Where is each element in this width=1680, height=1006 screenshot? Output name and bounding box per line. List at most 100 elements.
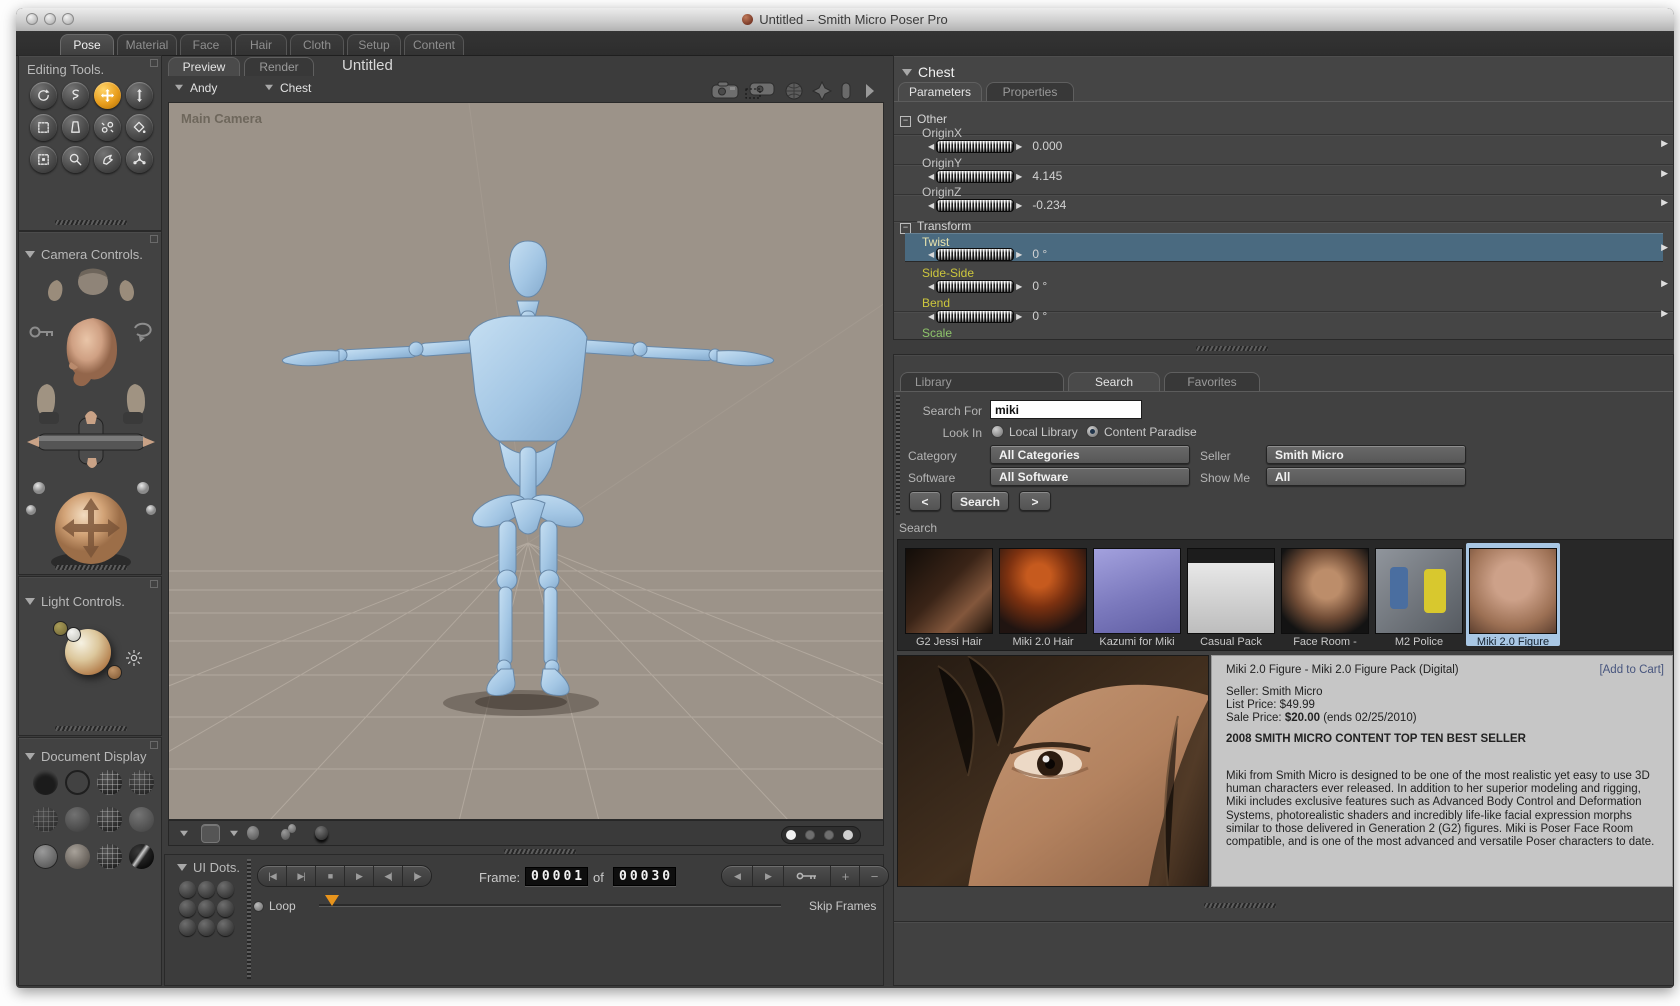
panel-splitter-grip[interactable] <box>1196 346 1268 351</box>
tab-render[interactable]: Render <box>244 57 314 76</box>
frame-current-field[interactable]: 00001 <box>525 867 589 886</box>
ui-dot-9[interactable] <box>217 919 234 936</box>
result-face-room[interactable]: Face Room - <box>1278 543 1372 648</box>
dial-right-icon[interactable]: ▶ <box>1014 172 1024 181</box>
rotate-tool-button[interactable] <box>30 82 57 109</box>
radio-local-library[interactable] <box>991 425 1004 438</box>
move-cross-icon[interactable] <box>811 80 833 100</box>
twist-tool-button[interactable] <box>62 82 89 109</box>
vertical-grip[interactable] <box>247 859 251 979</box>
result-miki-20-figure-selected[interactable]: Miki 2.0 Figure <box>1466 543 1560 648</box>
display-outline-button[interactable] <box>65 770 90 795</box>
last-frame-button[interactable]: ▶| <box>287 866 316 886</box>
dial-right-icon[interactable]: ▶ <box>1014 282 1024 291</box>
step-forward-button[interactable]: |▶ <box>403 866 431 886</box>
dial-right-icon[interactable]: ▶ <box>1014 201 1024 210</box>
result-casual-pack[interactable]: Casual Pack <box>1184 543 1278 648</box>
playhead-marker[interactable] <box>325 895 339 906</box>
timeline-track[interactable] <box>319 904 781 907</box>
previous-key-button[interactable]: ◀ <box>722 866 753 886</box>
ui-dot-7[interactable] <box>179 919 196 936</box>
camera-icon[interactable] <box>711 81 739 99</box>
tracking-box-button[interactable] <box>805 830 815 840</box>
ui-dot-8[interactable] <box>198 919 215 936</box>
tab-cloth[interactable]: Cloth <box>290 34 344 55</box>
display-wireframe-button[interactable] <box>97 770 122 795</box>
collapse-triangle-icon[interactable] <box>177 864 187 871</box>
tab-properties[interactable]: Properties <box>986 82 1074 101</box>
group-transform[interactable]: − Transform <box>900 219 971 234</box>
param-dial-originz[interactable]: ◀ ▶ -0.234 <box>926 198 1066 212</box>
param-dial-scale[interactable]: ◀▶100 % <box>926 339 1066 340</box>
tab-search[interactable]: Search <box>1068 372 1160 391</box>
tracking-ball-button[interactable] <box>315 826 328 840</box>
display-smooth-shaded-button[interactable] <box>65 844 90 869</box>
ui-dot-1[interactable] <box>179 881 196 898</box>
view-magnifier-tool-button[interactable] <box>62 146 89 173</box>
dial-left-icon[interactable]: ◀ <box>926 201 936 210</box>
panel-edge-grip[interactable] <box>896 395 900 515</box>
param-graph-arrow[interactable]: ▶ <box>1661 278 1668 289</box>
seller-dropdown[interactable]: Smith Micro <box>1266 445 1466 464</box>
camera-controls-cluster[interactable] <box>19 266 163 566</box>
loop-toggle[interactable] <box>253 901 264 912</box>
group-other[interactable]: − Other <box>900 112 947 127</box>
delete-keyframe-button[interactable]: − <box>860 866 888 886</box>
sun-icon[interactable] <box>125 649 143 667</box>
dial-left-icon[interactable]: ◀ <box>926 250 936 259</box>
tab-preview[interactable]: Preview <box>168 57 240 76</box>
collapse-triangle-icon[interactable] <box>25 598 35 605</box>
add-to-cart-link[interactable]: [Add to Cart] <box>1599 664 1664 676</box>
tracking-display-button[interactable] <box>843 830 853 840</box>
dial-left-icon[interactable]: ◀ <box>926 282 936 291</box>
grouping-tool-button[interactable] <box>30 146 57 173</box>
first-frame-button[interactable]: |◀ <box>258 866 287 886</box>
pane-layout-button[interactable] <box>201 824 220 843</box>
expand-right-icon[interactable] <box>866 84 874 98</box>
ui-dot-3[interactable] <box>217 881 234 898</box>
tracking-full-button[interactable] <box>786 830 796 840</box>
param-dial-originx[interactable]: ◀ ▶ 0.000 <box>926 139 1062 153</box>
library-resize-grip[interactable] <box>1204 903 1276 908</box>
search-input[interactable] <box>990 400 1142 419</box>
translate-in-out-tool-button[interactable] <box>126 82 153 109</box>
param-dial-bend[interactable]: ◀ ▶ 0 ° <box>926 309 1047 323</box>
display-lit-wireframe-button[interactable] <box>33 807 58 832</box>
ui-dot-4[interactable] <box>179 900 196 917</box>
frame-total-field[interactable]: 00030 <box>613 867 677 886</box>
pane-menu-icon-2[interactable] <box>230 830 238 837</box>
next-key-button[interactable]: ▶ <box>753 866 784 886</box>
param-dial-originy[interactable]: ◀ ▶ 4.145 <box>926 169 1062 183</box>
scale-tool-button[interactable] <box>30 114 57 141</box>
stop-button[interactable]: ■ <box>316 866 345 886</box>
display-cartoon-line-button[interactable] <box>33 844 58 869</box>
ui-dot-2[interactable] <box>198 881 215 898</box>
tab-favorites[interactable]: Favorites <box>1164 372 1260 391</box>
param-dial-side-side[interactable]: ◀ ▶ 0 ° <box>926 279 1047 293</box>
camera-select-icon[interactable] <box>745 82 775 99</box>
result-kazumi-for-miki[interactable]: Kazumi for Miki <box>1090 543 1184 648</box>
ui-dot-6[interactable] <box>217 900 234 917</box>
display-flat-lined-button[interactable] <box>97 807 122 832</box>
display-silhouette-button[interactable] <box>33 770 58 795</box>
light-dot-2[interactable] <box>66 627 81 642</box>
morphing-tool-button[interactable] <box>94 146 121 173</box>
tracking-fast-button[interactable] <box>824 830 834 840</box>
dial-right-icon[interactable]: ▶ <box>1014 250 1024 259</box>
viewport[interactable]: Main Camera <box>168 102 884 820</box>
tab-face[interactable]: Face <box>180 34 232 55</box>
direct-manipulation-tool-button[interactable] <box>126 146 153 173</box>
param-graph-arrow[interactable]: ▶ <box>1661 138 1668 149</box>
result-m2-police[interactable]: M2 Police <box>1372 543 1466 648</box>
translate-pull-tool-button[interactable] <box>94 82 121 109</box>
param-graph-arrow[interactable]: ▶ <box>1661 242 1668 253</box>
dial-left-icon[interactable]: ◀ <box>926 142 936 151</box>
display-hidden-line-button[interactable] <box>129 770 154 795</box>
collapse-triangle-icon[interactable] <box>902 69 912 76</box>
radio-content-paradise[interactable] <box>1086 425 1099 438</box>
param-graph-arrow[interactable]: ▶ <box>1661 308 1668 319</box>
tab-pose[interactable]: Pose <box>60 34 114 55</box>
collapse-box-icon[interactable]: − <box>900 116 911 127</box>
actor-menu[interactable]: Chest <box>264 81 311 95</box>
show-me-dropdown[interactable]: All <box>1266 467 1466 486</box>
